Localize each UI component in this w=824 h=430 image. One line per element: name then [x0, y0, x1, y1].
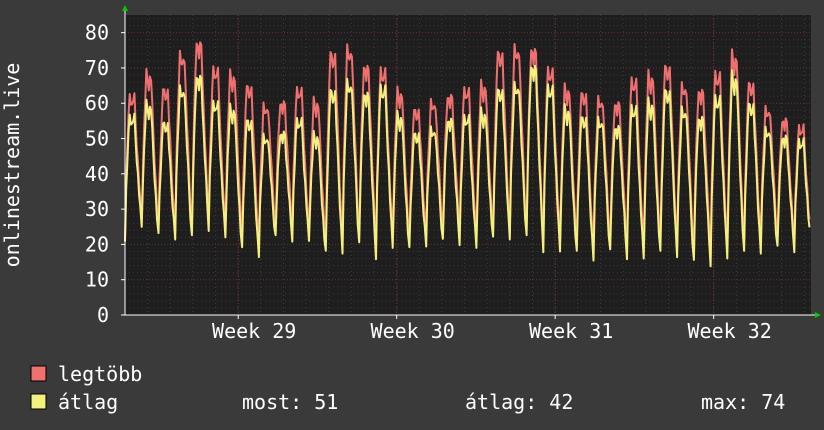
legend-label-atlag: átlag [58, 390, 118, 414]
y-tick-label: 20 [85, 232, 109, 256]
y-tick-labels: 0 10 20 30 40 50 60 70 80 [85, 21, 109, 327]
y-axis-label: onlinestream.live [0, 63, 24, 268]
y-tick-label: 70 [85, 56, 109, 80]
x-tick-label: Week 30 [371, 319, 455, 343]
y-tick-label: 0 [97, 303, 109, 327]
legend-label-legtobb: legtöbb [58, 362, 142, 386]
y-tick-label: 60 [85, 91, 109, 115]
y-tick-label: 30 [85, 197, 109, 221]
stat-now: most: 51 [242, 390, 338, 414]
x-tick-label: Week 31 [529, 319, 613, 343]
x-tick-label: Week 32 [687, 319, 771, 343]
y-tick-label: 40 [85, 162, 109, 186]
legend-swatch-atlag [30, 393, 47, 410]
y-tick-label: 50 [85, 127, 109, 151]
stat-average: átlag: 42 [465, 390, 573, 414]
chart-svg: 0 10 20 30 40 50 60 70 80 Week 29 Week 30 Week 31 W… [0, 0, 824, 430]
legend-swatch-legtobb [30, 365, 47, 382]
y-tick-label: 80 [85, 21, 109, 45]
y-tick-label: 10 [85, 268, 109, 292]
stat-max: max: 74 [701, 390, 785, 414]
x-tick-label: Week 29 [212, 319, 296, 343]
chart: 0 10 20 30 40 50 60 70 80 Week 29 Week 30 Week 31 W… [0, 0, 824, 430]
